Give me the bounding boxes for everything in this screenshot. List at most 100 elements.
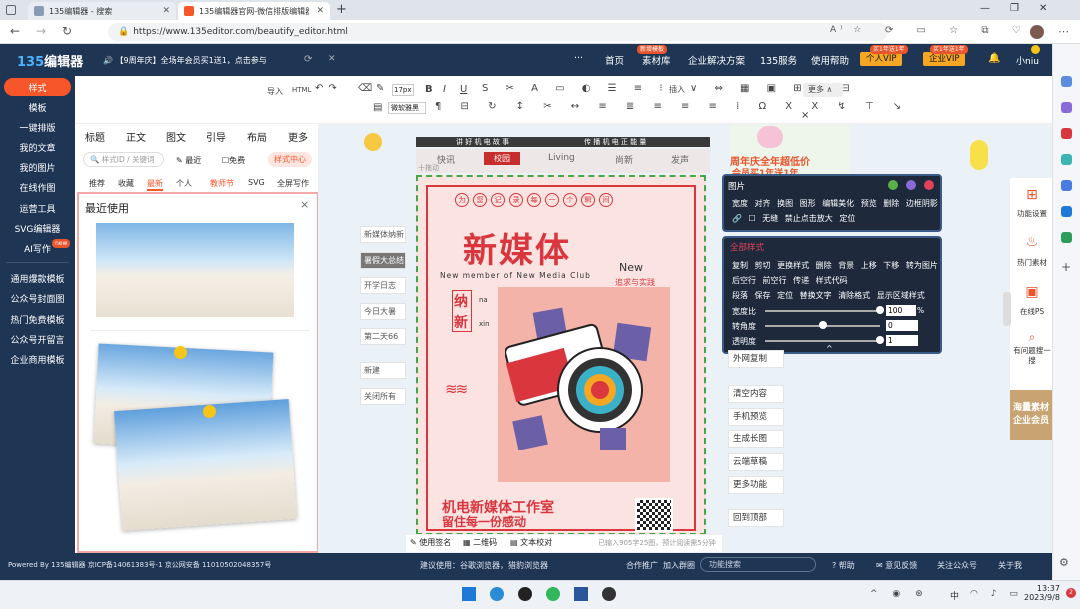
- slider-width-track[interactable]: [765, 310, 880, 312]
- slider-rotate-knob[interactable]: [818, 321, 827, 329]
- style-action-cut[interactable]: 剪切: [755, 261, 771, 270]
- nav-help[interactable]: 使用帮助: [811, 53, 849, 67]
- browser-extension-icons[interactable]: ⟳ ▭ ☆ ⧉ ♡: [885, 25, 1031, 36]
- online-ps-icon[interactable]: ▣: [1012, 284, 1052, 300]
- browser-tab-editor[interactable]: 135编辑器官网-微信排版编辑器 ✕: [178, 2, 330, 20]
- slider-width-value[interactable]: 100: [886, 305, 916, 316]
- style-action-show-area[interactable]: 显示区域样式: [877, 291, 925, 300]
- profile-avatar[interactable]: [1030, 25, 1044, 39]
- settings-grid-icon[interactable]: ⊞: [1012, 187, 1052, 203]
- filter-recent[interactable]: ✎ 最近: [176, 155, 201, 166]
- edge-taskbar-icon[interactable]: [490, 587, 504, 601]
- sidebar-item-online-design[interactable]: 在线作图: [0, 181, 75, 194]
- style-action-before-line[interactable]: 前空行: [763, 276, 787, 285]
- help-link[interactable]: ? 帮助: [832, 560, 855, 571]
- import-button[interactable]: 导入: [267, 86, 283, 97]
- html-button[interactable]: HTML: [292, 86, 311, 94]
- format-icons-row1[interactable]: S ✂ A ▭ ◐ ☰ ≡ ⁝: [482, 83, 670, 94]
- draft-item-5[interactable]: 第二天66: [360, 328, 406, 345]
- sidebar-item-ops-tools[interactable]: 运营工具: [0, 202, 75, 215]
- bold-button[interactable]: B: [425, 84, 433, 95]
- word-taskbar-icon[interactable]: [574, 587, 588, 601]
- img-action-border[interactable]: 边框阴影: [906, 199, 938, 208]
- img-action-delete[interactable]: 删除: [883, 199, 899, 208]
- window-controls[interactable]: —❐✕: [980, 3, 1067, 14]
- sidebar-item-my-articles[interactable]: 我的文章: [0, 141, 75, 154]
- more-functions-button[interactable]: 更多功能: [728, 476, 784, 494]
- close-promo-icon[interactable]: ×: [801, 110, 809, 121]
- long-image-button[interactable]: 生成长图: [728, 430, 784, 448]
- article-nav-fashion[interactable]: 尚新: [615, 153, 633, 166]
- drop-sidebar-icon[interactable]: [1061, 232, 1072, 243]
- close-recent-icon[interactable]: ×: [300, 198, 309, 211]
- subtab-recommended[interactable]: 推荐: [89, 178, 105, 189]
- forward-icon[interactable]: →: [36, 24, 46, 38]
- office-sidebar-icon[interactable]: [1061, 180, 1072, 191]
- enterprise-member-ad[interactable]: 海量素材 企业会员: [1010, 390, 1052, 440]
- app-taskbar-icon[interactable]: [518, 587, 532, 601]
- coop-link[interactable]: 合作推广: [626, 560, 658, 571]
- undo-redo-icons[interactable]: ↶↷: [315, 83, 342, 94]
- join-group-link[interactable]: 加入群圈: [663, 560, 695, 571]
- style-action-to-image[interactable]: 转为图片: [906, 261, 938, 270]
- windows-start-icon[interactable]: [462, 587, 476, 601]
- feedback-link[interactable]: ✉ 意见反馈: [876, 560, 917, 571]
- logo[interactable]: 135编辑器: [17, 51, 83, 70]
- nav-services[interactable]: 135服务: [760, 53, 797, 67]
- nav-home[interactable]: 首页: [605, 53, 624, 67]
- network-volume-icons[interactable]: ◠ ♪ ▭: [970, 589, 1023, 599]
- url-field[interactable]: 🔒 https://www.135editor.com/beautify_edit…: [108, 23, 888, 41]
- slider-opacity-track[interactable]: [765, 340, 880, 342]
- img-action-position[interactable]: 定位: [839, 214, 855, 223]
- input-language[interactable]: 中: [950, 589, 959, 602]
- more-icon[interactable]: ⋯: [1058, 25, 1069, 38]
- sidebar-item-comments[interactable]: 公众号开留言: [0, 333, 75, 346]
- new-tab-button[interactable]: +: [336, 2, 347, 17]
- article-nav-flash[interactable]: 快讯: [437, 153, 455, 166]
- player-taskbar-icon[interactable]: [602, 587, 616, 601]
- mobile-preview-button[interactable]: 手机预览: [728, 408, 784, 426]
- img-action-align[interactable]: 对齐: [755, 199, 771, 208]
- nav-enterprise[interactable]: 企业解决方案: [688, 53, 745, 67]
- underline-button[interactable]: U: [460, 84, 467, 95]
- shopping-sidebar-icon[interactable]: [1061, 102, 1072, 113]
- style-action-pass[interactable]: 传递: [793, 276, 809, 285]
- img-action-no-zoom[interactable]: 禁止点击放大: [785, 214, 833, 223]
- tray-icons[interactable]: ^ ◉ ⊛: [870, 589, 929, 599]
- tools-sidebar-icon[interactable]: [1061, 128, 1072, 139]
- personal-vip-button[interactable]: 个人VIP: [860, 52, 903, 66]
- about-link[interactable]: 关于我: [998, 560, 1022, 571]
- notification-badge-icon[interactable]: 2: [1066, 588, 1076, 598]
- back-to-top-button[interactable]: 回到顶部: [728, 509, 784, 527]
- help-dot-icon[interactable]: [906, 180, 916, 190]
- green-dot-icon[interactable]: [888, 180, 898, 190]
- style-action-replace-text[interactable]: 替换文字: [800, 291, 832, 300]
- online-ps[interactable]: 在线PS: [1012, 306, 1052, 317]
- slider-opacity-knob[interactable]: [876, 336, 884, 344]
- img-action-width[interactable]: 宽度: [732, 199, 748, 208]
- recent-photo-card-2[interactable]: [114, 399, 297, 531]
- reader-icon[interactable]: A⁾ ☆: [830, 25, 865, 35]
- subtab-latest[interactable]: 最新: [147, 178, 163, 191]
- style-action-down[interactable]: 下移: [883, 261, 899, 270]
- qrcode-button[interactable]: ▦ 二维码: [463, 537, 497, 548]
- cloud-draft-button[interactable]: 云端草稿: [728, 453, 784, 471]
- draft-item-4[interactable]: 今日大暑: [360, 303, 406, 320]
- style-action-after-line[interactable]: 后空行: [732, 276, 756, 285]
- style-center-button[interactable]: 样式中心: [268, 152, 312, 167]
- search-sidebar-icon[interactable]: [1061, 76, 1072, 87]
- close-window-icon[interactable]: ✕: [1039, 3, 1067, 14]
- tab-actions-icon[interactable]: [6, 5, 16, 15]
- camera-illustration[interactable]: [504, 300, 655, 451]
- enterprise-vip-button[interactable]: 企业VIP: [923, 52, 966, 66]
- add-sidebar-icon[interactable]: +: [1061, 260, 1071, 274]
- subtab-svg[interactable]: SVG: [248, 178, 265, 187]
- signature-button[interactable]: ✎ 使用签名: [410, 537, 451, 548]
- sidebar-item-hot-templates[interactable]: 通用爆款模板: [0, 272, 75, 285]
- right-panel-handle[interactable]: [1003, 292, 1011, 326]
- style-action-position[interactable]: 定位: [777, 291, 793, 300]
- link-icon[interactable]: 🔗: [732, 214, 742, 223]
- follow-link[interactable]: 关注公众号: [937, 560, 977, 571]
- font-size-select[interactable]: 17px: [392, 84, 414, 96]
- subtab-personal[interactable]: 个人: [176, 178, 192, 189]
